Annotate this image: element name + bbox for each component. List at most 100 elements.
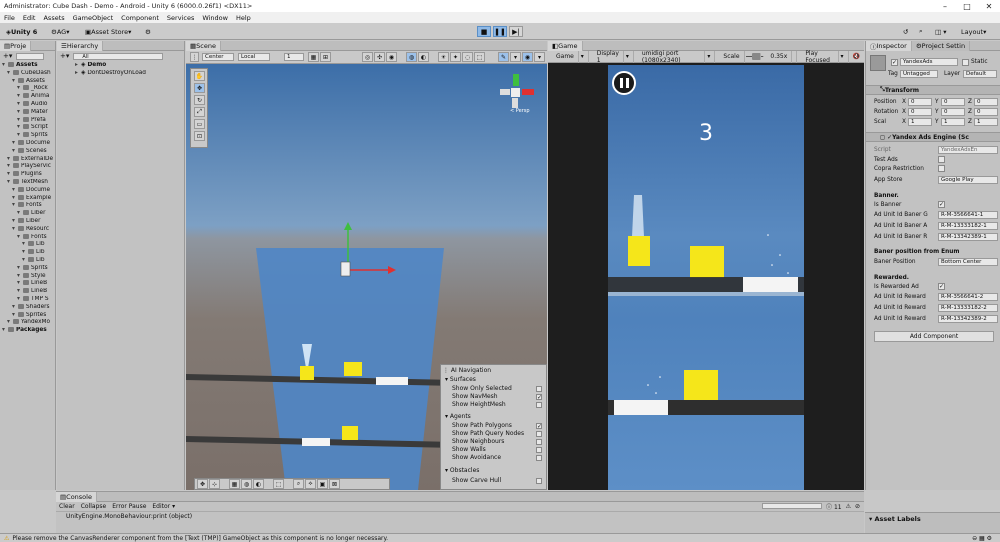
snap-tool-icon[interactable]: ⊹ bbox=[209, 479, 220, 489]
warning-icon[interactable]: ⚠ bbox=[846, 503, 851, 510]
maximize-icon[interactable]: □ bbox=[957, 0, 977, 12]
transform-tool-icon[interactable]: ✥ bbox=[197, 479, 208, 489]
ad-unit-field[interactable]: R-M-3566641-2 bbox=[938, 293, 998, 301]
checkbox-show-path-polygons[interactable]: ✓ bbox=[536, 423, 542, 430]
tab-game[interactable]: ◧ Game bbox=[548, 41, 583, 51]
menu-component[interactable]: Component bbox=[121, 14, 159, 22]
pivot-dropdown[interactable]: Center bbox=[202, 53, 234, 61]
play-mode-dropdown[interactable]: Play Focused ▾ bbox=[797, 50, 849, 64]
eye-icon[interactable]: ◉ bbox=[522, 52, 533, 62]
close-icon[interactable]: ✕ bbox=[979, 0, 999, 12]
search-icon[interactable]: ⌕ bbox=[916, 26, 926, 37]
space-dropdown[interactable]: Local bbox=[238, 53, 270, 61]
script-field[interactable]: YandexAdsEn bbox=[938, 146, 998, 154]
project-tree-item[interactable]: ▾ Assets bbox=[0, 62, 55, 70]
project-tree-item[interactable]: ▾ Lib bbox=[0, 249, 55, 257]
object-name-field[interactable]: YandexAds bbox=[900, 58, 958, 66]
history-icon[interactable]: ↺ bbox=[900, 26, 911, 37]
nav-icon[interactable]: ⟡ bbox=[305, 479, 316, 489]
game-screen[interactable]: 3 bbox=[608, 65, 804, 490]
editor-dropdown[interactable]: Editor ▾ bbox=[152, 503, 175, 510]
project-tree-item[interactable]: ▾ Docume bbox=[0, 139, 55, 148]
project-tree-item[interactable]: ▾ Mater bbox=[0, 108, 55, 117]
checkbox-show-avoidance[interactable] bbox=[536, 455, 542, 461]
project-tree-item[interactable]: ▾ YandexMo bbox=[0, 319, 55, 327]
more-icon[interactable]: ▾ bbox=[534, 52, 545, 62]
project-tree-item[interactable]: ▾ Docume bbox=[0, 186, 55, 195]
project-tree-item[interactable]: ▾ Lib bbox=[0, 241, 55, 249]
ad-unit-field[interactable]: R-M-13333182-2 bbox=[938, 304, 998, 312]
asset-labels-panel[interactable]: ▾ Asset Labels bbox=[865, 512, 1000, 533]
menu-help[interactable]: Help bbox=[236, 14, 251, 22]
project-tree-item[interactable]: ▾ Liber bbox=[0, 210, 55, 218]
tab-project-settings[interactable]: ⚙ Project Settin bbox=[911, 40, 971, 51]
draw-mode-icon[interactable]: ◎ bbox=[362, 52, 373, 62]
hierarchy-item-demo[interactable]: ▸ ◈ Demo bbox=[75, 62, 184, 70]
menu-services[interactable]: Services bbox=[167, 14, 194, 22]
console-search-input[interactable] bbox=[762, 502, 823, 511]
error-icon[interactable]: ⊘ bbox=[855, 503, 860, 510]
audio-icon[interactable]: ◐ bbox=[418, 52, 429, 62]
project-search-input[interactable] bbox=[16, 52, 45, 60]
tab-project[interactable]: ▤ Proje bbox=[0, 40, 32, 51]
project-tree-item[interactable]: ▾ Resourc bbox=[0, 225, 55, 234]
menu-gameobject[interactable]: GameObject bbox=[73, 14, 114, 22]
info-count[interactable]: ⓘ 11 bbox=[826, 502, 842, 511]
camera-settings-icon[interactable]: ⬚ bbox=[474, 52, 485, 62]
project-tree-item[interactable]: ▾ Style bbox=[0, 272, 55, 281]
gizmo-dropdown-icon[interactable]: ▾ bbox=[510, 52, 521, 62]
menu-file[interactable]: File bbox=[4, 14, 15, 22]
checkbox-show-carve-hull[interactable] bbox=[536, 478, 542, 484]
project-tree-item[interactable]: ▾ Audio bbox=[0, 100, 55, 109]
transform-y-field[interactable]: 0 bbox=[941, 98, 965, 106]
copra-checkbox[interactable] bbox=[938, 165, 945, 172]
ad-unit-field[interactable]: R-M-13342389-2 bbox=[938, 315, 998, 323]
lighting-icon[interactable]: ☀ bbox=[438, 52, 449, 62]
project-tree-item[interactable]: ▾ Sprits bbox=[0, 132, 55, 140]
checkbox-show-only-selected[interactable] bbox=[536, 386, 542, 392]
minimize-icon[interactable]: – bbox=[935, 0, 955, 12]
layer-dropdown[interactable]: Default bbox=[963, 70, 997, 78]
menu-edit[interactable]: Edit bbox=[23, 14, 36, 22]
project-tree-item[interactable]: ▾ PlayServic bbox=[0, 163, 55, 171]
ad-unit-field[interactable]: R-M-3566641-1 bbox=[938, 211, 998, 219]
active-checkbox[interactable]: ✓ bbox=[891, 59, 898, 66]
transform-z-field[interactable]: 1 bbox=[974, 118, 998, 126]
tab-scene[interactable]: ▦ Scene bbox=[186, 41, 221, 51]
hierarchy-item-dontdestroy[interactable]: ▸ ◈ DontDestroyOnLoad bbox=[75, 70, 184, 78]
ad-unit-field[interactable]: R-M-13342389-1 bbox=[938, 233, 998, 241]
project-tree-item[interactable]: ▾ Liber bbox=[0, 217, 55, 226]
scene-visibility-icon[interactable]: ◌ bbox=[462, 52, 473, 62]
project-tree-item[interactable]: ▾ Fonts bbox=[0, 202, 55, 210]
test-ads-checkbox[interactable] bbox=[938, 156, 945, 163]
transform-header[interactable]: ⤡ Transform bbox=[866, 85, 1000, 95]
project-tree-item[interactable]: ▾ Prefa bbox=[0, 116, 55, 125]
project-tree-item[interactable]: ▾ TextMesh bbox=[0, 178, 55, 187]
status-icons[interactable]: ⊖ ▦ ⚙ bbox=[972, 535, 992, 542]
project-tree-item[interactable]: ▾ Script bbox=[0, 124, 55, 132]
mute-icon[interactable]: 🔇 bbox=[849, 51, 864, 63]
project-tree-item[interactable]: ▾ Assets bbox=[0, 77, 55, 86]
project-tree-item[interactable]: ▾ Anima bbox=[0, 93, 55, 101]
checkbox-show-heightmesh[interactable] bbox=[536, 402, 542, 408]
box-tool-icon[interactable]: ⬚ bbox=[273, 479, 284, 489]
project-tree-item[interactable]: ▾ Lib bbox=[0, 256, 55, 265]
grid-snap-icon[interactable]: ▦ bbox=[308, 52, 319, 62]
project-tree-item[interactable]: ▾ Packages bbox=[0, 327, 55, 335]
transform-x-field[interactable]: 1 bbox=[908, 118, 932, 126]
gizmo-icon[interactable]: ✎ bbox=[498, 52, 509, 62]
tab-hierarchy[interactable]: ☰ Hierarchy bbox=[57, 40, 104, 51]
project-tree-item[interactable]: ▾ Scenes bbox=[0, 147, 55, 156]
menu-assets[interactable]: Assets bbox=[43, 14, 64, 22]
cloud-settings-icon[interactable]: ⚙ bbox=[142, 26, 154, 37]
is-rewarded-checkbox[interactable]: ✓ bbox=[938, 283, 945, 290]
project-tree-item[interactable]: ▾ CubeDash bbox=[0, 69, 55, 78]
game-mode-dropdown[interactable]: Game ▾ bbox=[548, 50, 589, 63]
toggle-icon[interactable]: ⊠ bbox=[329, 479, 340, 489]
project-tree-item[interactable]: ▾ TMP S bbox=[0, 295, 55, 304]
light-tool-icon[interactable]: ◐ bbox=[253, 479, 264, 489]
add-icon[interactable]: +▾ bbox=[60, 52, 69, 60]
scale-slider[interactable]: Scale 0.35x bbox=[715, 50, 798, 63]
scale-thumb[interactable] bbox=[752, 53, 762, 60]
project-tree-item[interactable]: ▾ Sprites bbox=[0, 311, 55, 320]
